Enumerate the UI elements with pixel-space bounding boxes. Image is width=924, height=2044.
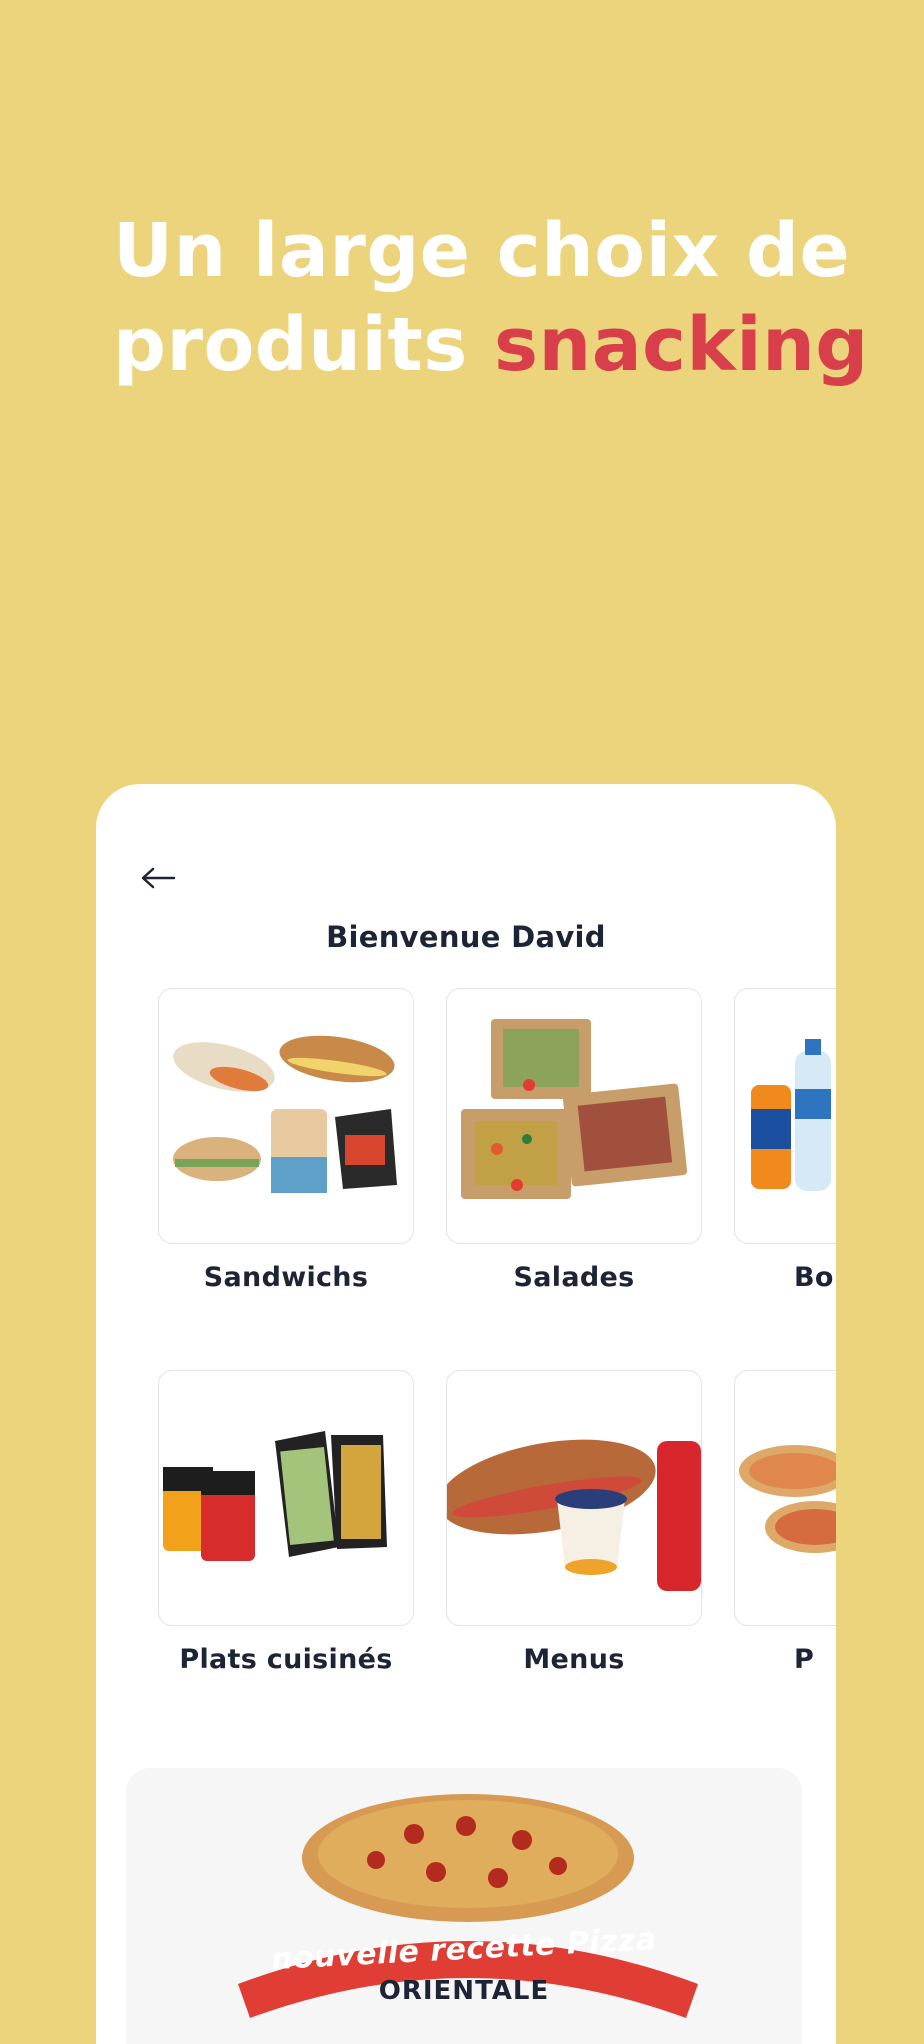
category-image [158,1370,414,1626]
welcome-title: Bienvenue David [326,920,606,954]
category-label: Salades [513,1262,635,1293]
category-label: Sandwichs [203,1262,369,1293]
category-image [446,988,702,1244]
category-image [734,1370,836,1626]
headline: Un large choix de produits snacking [113,204,873,392]
category-salades[interactable]: Salades [446,988,702,1293]
category-pizzas[interactable]: P [734,1370,836,1675]
category-image [158,988,414,1244]
back-button[interactable] [136,856,180,900]
category-menus[interactable]: Menus [446,1370,702,1675]
arrow-left-icon [140,866,176,890]
category-label: Bo [794,1262,834,1293]
headline-plain: produits [113,302,468,388]
category-image [446,1370,702,1626]
promo-banner[interactable]: nouvelle recette Pizza ORIENTALE [126,1768,802,2044]
category-sandwichs[interactable]: Sandwichs [158,988,414,1293]
headline-line-1: Un large choix de [113,208,851,294]
category-label: Menus [523,1644,625,1675]
category-plats-cuisines[interactable]: Plats cuisinés [158,1370,414,1675]
phone-screen: Bienvenue David Sandwichs Salades Bo Pla… [96,784,836,2044]
promo-subtitle: ORIENTALE [378,1976,550,2006]
category-boissons[interactable]: Bo [734,988,836,1293]
headline-line-2: produits snacking [113,298,873,392]
category-image [734,988,836,1244]
headline-accent: snacking [494,302,869,388]
category-label: P [794,1644,815,1675]
category-label: Plats cuisinés [179,1644,393,1675]
